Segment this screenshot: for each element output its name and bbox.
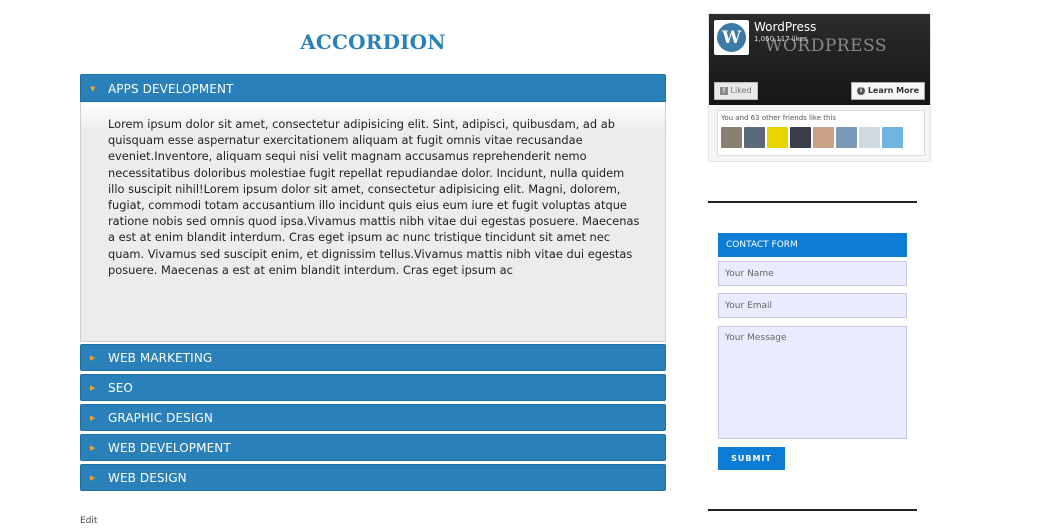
friend-avatar[interactable] [859,127,880,148]
accordion-header-label: SEO [108,381,133,395]
contact-form-title: CONTACT FORM [718,233,907,257]
friend-avatar[interactable] [813,127,834,148]
facebook-cover-image[interactable]: WORDPRESS W WordPress 1,050,117 likes f … [709,14,930,105]
name-field[interactable] [718,261,907,286]
wordpress-logo-letter: W [717,23,746,52]
friend-avatar[interactable] [882,127,903,148]
caret-right-icon: ▶ [90,384,96,392]
friend-avatar[interactable] [767,127,788,148]
accordion-panel-text: Lorem ipsum dolor sit amet, consectetur … [108,117,640,277]
caret-right-icon: ▶ [90,474,96,482]
page-title: ACCORDION [300,30,446,54]
friend-avatars [721,127,903,148]
submit-button[interactable]: SUBMIT [718,447,785,470]
accordion-header-seo[interactable]: ▶ SEO [80,374,666,401]
accordion-header-label: APPS DEVELOPMENT [108,82,234,96]
liked-button[interactable]: f Liked [714,82,758,100]
accordion: ▼ APPS DEVELOPMENT Lorem ipsum dolor sit… [80,74,666,494]
caret-down-icon: ▼ [90,85,96,93]
accordion-header-web-marketing[interactable]: ▶ WEB MARKETING [80,344,666,371]
friends-like-text: You and 63 other friends like this [721,114,837,122]
friend-avatar[interactable] [744,127,765,148]
accordion-header-label: WEB MARKETING [108,351,213,365]
sidebar-divider [708,201,917,203]
caret-right-icon: ▶ [90,444,96,452]
wordpress-logo-icon[interactable]: W [714,20,749,55]
friend-avatar[interactable] [836,127,857,148]
accordion-header-web-design[interactable]: ▶ WEB DESIGN [80,464,666,491]
accordion-header-label: GRAPHIC DESIGN [108,411,214,425]
accordion-header-label: WEB DESIGN [108,471,187,485]
accordion-header-label: WEB DEVELOPMENT [108,441,231,455]
facebook-friends-box: You and 63 other friends like this [717,110,925,156]
learn-more-button[interactable]: i Learn More [851,82,925,100]
learn-more-label: Learn More [867,86,919,95]
edit-link[interactable]: Edit [80,516,97,526]
friend-avatar[interactable] [790,127,811,148]
facebook-page-name[interactable]: WordPress [754,20,816,34]
friend-avatar[interactable] [721,127,742,148]
message-field[interactable] [718,326,907,439]
facebook-f-icon: f [720,86,728,95]
liked-button-label: Liked [730,86,752,95]
accordion-header-apps-development[interactable]: ▼ APPS DEVELOPMENT [80,74,666,102]
facebook-page-widget: WORDPRESS W WordPress 1,050,117 likes f … [708,13,931,162]
caret-right-icon: ▶ [90,414,96,422]
sidebar-divider [708,509,917,511]
facebook-like-count: 1,050,117 likes [754,35,808,43]
info-icon: i [857,86,866,95]
caret-right-icon: ▶ [90,354,96,362]
accordion-panel-apps-development: Lorem ipsum dolor sit amet, consectetur … [80,102,666,342]
accordion-header-graphic-design[interactable]: ▶ GRAPHIC DESIGN [80,404,666,431]
accordion-header-web-development[interactable]: ▶ WEB DEVELOPMENT [80,434,666,461]
email-field[interactable] [718,293,907,318]
